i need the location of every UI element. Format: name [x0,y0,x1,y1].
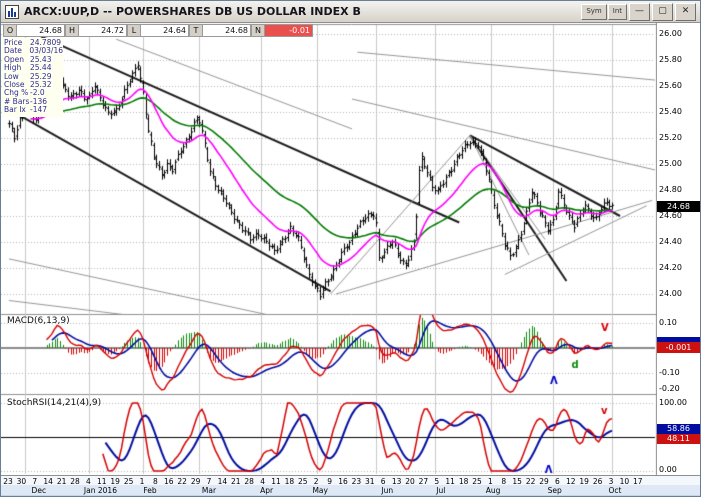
date-tick-label: 17 [633,477,643,486]
axis-label: 24.40 [659,237,682,246]
axis-label: 0.00 [659,465,677,474]
quote-field-value: 24.72 [78,24,127,37]
axis-label: 25.40 [659,107,682,116]
quote-field-label: O [3,24,16,37]
month-label: Jul [436,486,446,495]
axis-label: 0.10 [659,318,677,327]
quote-field-label: L [127,24,140,37]
minimize-button[interactable]: — [629,2,650,21]
month-label: Apr [260,486,274,495]
macd-value-marker: -0.001 [657,342,700,353]
axis-label: 24.60 [659,211,682,220]
quote-field-value: 24.64 [140,24,189,37]
app-window: ARCX:UUP,D -- POWERSHARES DB US DOLLAR I… [0,0,701,497]
maximize-button[interactable]: ▢ [652,2,673,21]
quote-field-label: T [189,24,202,37]
axis-label: -0.10 [659,368,680,377]
quote-field-value: 24.68 [202,24,251,37]
month-label: May [312,486,328,495]
month-label: Mar [201,486,217,495]
month-label: Jan 2016 [83,486,117,495]
month-label: Jun [381,486,394,495]
interval-button[interactable]: Int [607,3,627,20]
axis-label: 26.00 [659,29,682,38]
symbol-button[interactable]: Sym [581,3,607,20]
axis-label: 25.80 [659,55,682,64]
axis-label: 25.00 [659,159,682,168]
month-label: Oct [608,486,622,495]
axis-label: 25.60 [659,81,682,90]
time-axis: 23 30 7 14 21 28 4 11 19 25 1 8 16 22 29 7 14 21 28 4 11 18 25… [1,475,700,496]
quote-field-value: 24.68 [16,24,65,37]
right-price-axis: 26.00 25.80 25.60 25.40 25.20 25.00 24.80 24.60… [657,23,700,475]
month-label: Dec [31,486,47,495]
month-label: Sep [547,486,562,495]
axis-label: 100.00 [659,398,687,407]
month-label: Feb [143,486,157,495]
month-label: Aug [485,486,501,495]
stochrsi-blue-marker: 58.86 [657,424,700,434]
axis-label: 25.20 [659,133,682,142]
axis-label: 24.80 [659,185,682,194]
quote-field-value: -0.01 [264,24,313,37]
axis-label: 24.20 [659,263,682,272]
axis-label: -0.20 [659,384,680,393]
last-price-marker: 24.68 [657,201,700,212]
quote-strip: O 24.68 H 24.72 L 24.64 T 24.68 N -0.01 [3,24,313,37]
titlebar[interactable]: ARCX:UUP,D -- POWERSHARES DB US DOLLAR I… [1,1,700,23]
quote-field-label: N [251,24,264,37]
window-title: ARCX:UUP,D -- POWERSHARES DB US DOLLAR I… [24,5,361,18]
close-button[interactable]: ✕ [675,2,696,21]
stochrsi-red-marker: 48.11 [657,434,700,444]
chart-canvas[interactable] [1,1,700,496]
crosshair-info-panel: Price 24.7809 Date 03/03/16 Open 25.43 High 25.… [2,38,63,117]
stochrsi-panel-label: StochRSI(14,21(4),9) [7,398,102,408]
app-icon [5,4,19,19]
axis-label: 24.00 [659,289,682,298]
info-label: Bar Ix [4,105,26,115]
info-row: Bar Ix -147 [4,105,63,115]
macd-panel-label: MACD(6,13,9) [7,316,70,326]
quote-field-label: H [65,24,78,37]
info-value: -147 [30,105,48,115]
